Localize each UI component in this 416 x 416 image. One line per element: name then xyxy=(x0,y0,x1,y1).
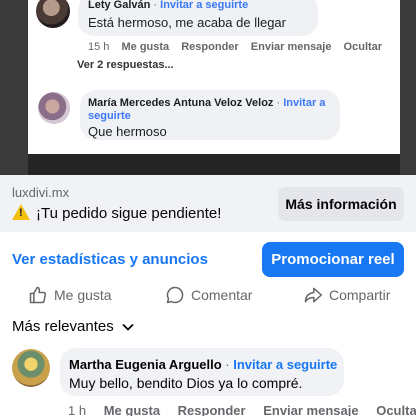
comment-like-button[interactable]: Me gusta xyxy=(104,403,160,416)
comment-hide-button[interactable]: Ocultar xyxy=(376,403,416,416)
warning-icon xyxy=(12,204,30,220)
comment-button[interactable]: Comentar xyxy=(165,283,252,307)
comment-author-invite: seguirte xyxy=(88,110,131,122)
ad-title: ¡Tu pedido sigue pendiente! xyxy=(12,204,221,222)
ad-domain: luxdivi.mx xyxy=(12,185,70,200)
comment-author: María Mercedes Antuna Veloz Veloz · Invi… xyxy=(88,97,326,109)
thumbs-up-icon xyxy=(29,286,47,304)
sort-comments-dropdown[interactable]: Más relevantes xyxy=(12,318,134,335)
comment-text: Está hermoso, me acaba de llegar xyxy=(88,15,286,30)
chevron-down-icon xyxy=(122,323,134,331)
comment-text: Que hermoso xyxy=(88,124,167,139)
like-button[interactable]: Me gusta xyxy=(28,283,112,307)
comment-author: Lety Galván · Invitar a seguirte xyxy=(88,0,249,11)
comment-actions: 1 h Me gusta Responder Enviar mensaje Oc… xyxy=(68,403,416,416)
view-insights-link[interactable]: Ver estadísticas y anuncios xyxy=(12,251,208,268)
comment-reply-button[interactable]: Responder xyxy=(178,403,246,416)
image-bottom-strip xyxy=(28,154,400,175)
share-icon xyxy=(304,287,323,303)
view-replies-link: Ver 2 respuestas... xyxy=(77,59,174,71)
comment-text: Muy bello, bendito Dios ya lo compré. xyxy=(69,375,303,391)
share-button[interactable]: Compartir xyxy=(303,283,390,307)
comment-message-button[interactable]: Enviar mensaje xyxy=(263,403,358,416)
avatar xyxy=(38,92,70,124)
promote-reel-button[interactable]: Promocionar reel xyxy=(262,242,404,277)
avatar xyxy=(36,0,70,28)
comment-author[interactable]: Martha Eugenia Arguello · Invitar a segu… xyxy=(69,357,337,372)
comment-meta: 15 h Me gusta Responder Enviar mensaje O… xyxy=(88,41,383,53)
comment-icon xyxy=(166,286,184,304)
ad-banner[interactable]: luxdivi.mx ¡Tu pedido sigue pendiente! M… xyxy=(0,175,416,232)
reel-media[interactable]: Lety Galván · Invitar a seguirte Está he… xyxy=(0,0,416,175)
invite-follow-link[interactable]: Invitar a seguirte xyxy=(233,357,337,372)
more-info-button[interactable]: Más información xyxy=(278,187,404,221)
comment-time: 1 h xyxy=(68,403,87,416)
embedded-comments-image: Lety Galván · Invitar a seguirte Está he… xyxy=(28,0,400,154)
commenter-avatar[interactable] xyxy=(12,349,50,387)
